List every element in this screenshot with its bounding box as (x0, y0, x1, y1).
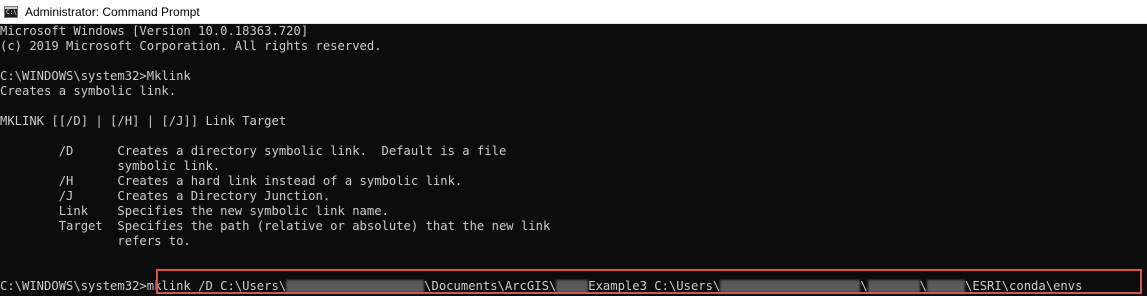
command-prompt-window: C:\ Administrator: Command Prompt Micros… (0, 0, 1147, 296)
console-output[interactable]: Microsoft Windows [Version 10.0.18363.72… (0, 24, 1147, 296)
command-text: \ (919, 279, 928, 293)
console-line: C:\WINDOWS\system32>Mklink (0, 69, 191, 83)
command-text: \ (860, 279, 868, 293)
redacted-folder (927, 280, 966, 293)
console-line: /H Creates a hard link instead of a symb… (0, 174, 463, 188)
prompt-text: C:\WINDOWS\system32> (0, 279, 147, 293)
redacted-username (720, 280, 861, 293)
redacted-folder (867, 280, 920, 293)
console-line: MKLINK [[/D] | [/H] | [/J]] Link Target (0, 114, 287, 128)
console-line: Link Specifies the new symbolic link nam… (0, 204, 389, 218)
console-line: Microsoft Windows [Version 10.0.18363.72… (0, 24, 309, 38)
command-text: \ESRI\conda\envs (965, 279, 1083, 293)
console-line: /D Creates a directory symbolic link. De… (0, 144, 507, 158)
command-text: mklink /D C:\Users\ (146, 279, 287, 293)
redacted-folder (556, 280, 589, 293)
command-text: \Documents\ArcGIS\ (424, 279, 557, 293)
console-line: Creates a symbolic link. (0, 84, 177, 98)
title-bar[interactable]: C:\ Administrator: Command Prompt (0, 0, 1147, 24)
cmd-icon: C:\ (4, 5, 18, 18)
window-title: Administrator: Command Prompt (25, 4, 200, 19)
command-line[interactable]: C:\WINDOWS\system32> mklink /D C:\Users\ \… (0, 279, 1082, 294)
command-text: Example3 C:\Users\ (588, 279, 721, 293)
console-line: symbolic link. (0, 159, 221, 173)
redacted-username (286, 280, 425, 293)
console-line: refers to. (0, 234, 191, 248)
console-line: Target Specifies the path (relative or a… (0, 219, 551, 233)
console-line: /J Creates a Directory Junction. (0, 189, 331, 203)
console-line: (c) 2019 Microsoft Corporation. All righ… (0, 39, 382, 53)
